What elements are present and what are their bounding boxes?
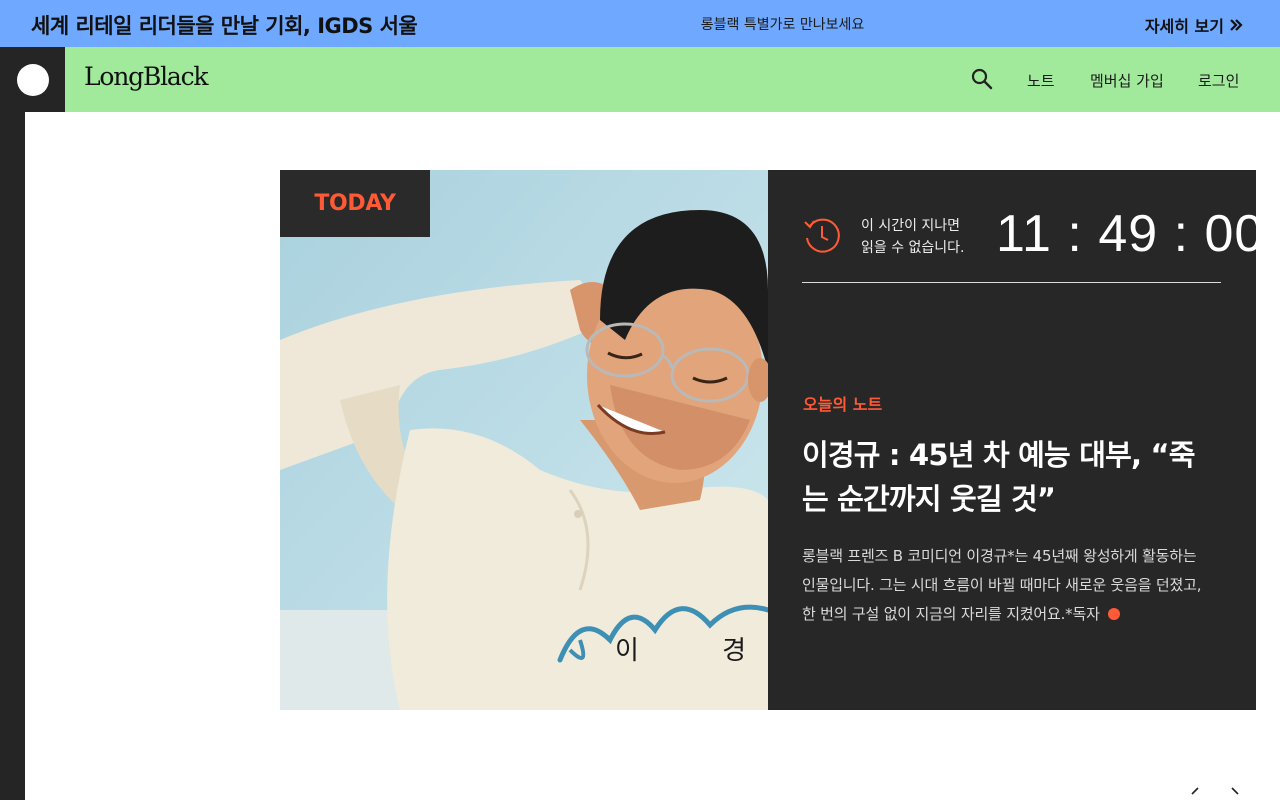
nav-login[interactable]: 로그인 bbox=[1198, 70, 1239, 91]
search-icon[interactable] bbox=[970, 67, 994, 91]
today-badge-label: TODAY bbox=[314, 191, 396, 216]
feature-image[interactable]: 이 경 규 bbox=[280, 170, 768, 710]
nav-membership[interactable]: 멤버십 가입 bbox=[1090, 70, 1164, 91]
image-caption: 이 경 규 bbox=[615, 635, 768, 665]
accent-dot-icon bbox=[1107, 608, 1120, 620]
top-header: LongBlack 노트 멤버십 가입 로그인 bbox=[65, 47, 1280, 112]
circle-logo-icon bbox=[16, 63, 49, 96]
timer-notice: 이 시간이 지나면 읽을 수 없습니다. bbox=[861, 215, 965, 259]
double-chevron-right-icon bbox=[1230, 19, 1243, 31]
portrait-illustration bbox=[280, 170, 768, 710]
nav-note[interactable]: 노트 bbox=[1027, 70, 1055, 91]
promo-subtitle: 롱블랙 특별가로 만나보세요 bbox=[700, 17, 865, 33]
timer-notice-line2: 읽을 수 없습니다. bbox=[861, 240, 965, 256]
brand-logo[interactable]: LongBlack bbox=[84, 62, 209, 91]
promo-details-link[interactable]: 자세히 보기 bbox=[1145, 13, 1244, 37]
timer-notice-line1: 이 시간이 지나면 bbox=[861, 218, 961, 234]
panel-divider bbox=[802, 282, 1221, 283]
promo-banner[interactable]: 세계 리테일 리더들을 만날 기회, IGDS 서울 롱블랙 특별가로 만나보세… bbox=[0, 0, 1280, 47]
today-badge: TODAY bbox=[280, 170, 430, 237]
article-summary: 롱블랙 프렌즈 B 코미디언 이경규*는 45년째 왕성하게 활동하는 인물입니… bbox=[802, 542, 1202, 629]
article-summary-text: 롱블랙 프렌즈 B 코미디언 이경규*는 45년째 왕성하게 활동하는 인물입니… bbox=[802, 547, 1202, 623]
left-rail bbox=[0, 47, 25, 800]
timer-icon bbox=[804, 218, 840, 253]
chevron-right-icon[interactable] bbox=[1228, 786, 1248, 800]
section-kicker: 오늘의 노트 bbox=[803, 395, 883, 414]
promo-details-label: 자세히 보기 bbox=[1144, 17, 1224, 36]
countdown-timer: 11 : 49 : 00 bbox=[996, 205, 1265, 263]
feature-panel[interactable]: 이 시간이 지나면 읽을 수 없습니다. 11 : 49 : 00 오늘의 노트… bbox=[768, 170, 1263, 710]
menu-toggle[interactable] bbox=[0, 47, 65, 112]
article-headline[interactable]: 이경규 : 45년 차 예능 대부, “죽는 순간까지 웃길 것” bbox=[802, 433, 1212, 521]
chevron-left-icon[interactable] bbox=[1184, 786, 1204, 800]
